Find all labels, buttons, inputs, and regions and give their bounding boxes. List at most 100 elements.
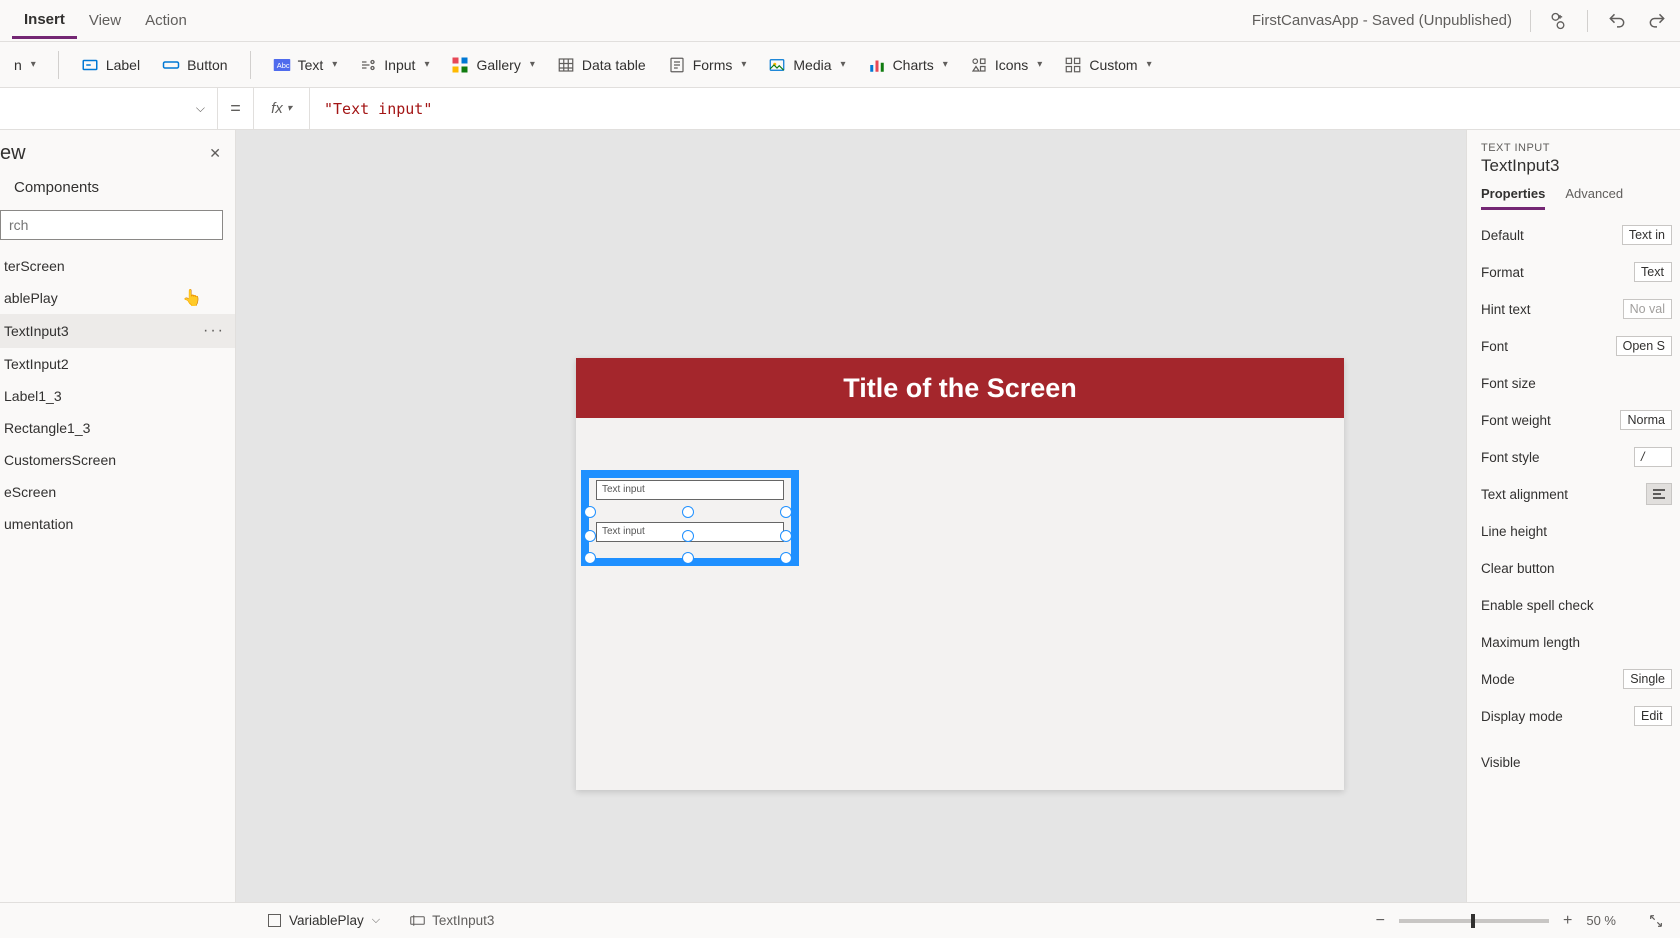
zoom-in-button[interactable]: + — [1563, 912, 1572, 930]
control-category: TEXT INPUT — [1481, 142, 1672, 154]
resize-handle[interactable] — [682, 506, 694, 518]
prop-default-value[interactable]: Text in — [1622, 225, 1672, 245]
gallery-button[interactable]: Gallery▾ — [451, 56, 534, 74]
app-screen[interactable]: Title of the Screen Text input Text inpu… — [576, 358, 1344, 790]
properties-tab[interactable]: Properties — [1481, 186, 1545, 210]
label-text: Label — [106, 57, 140, 73]
formula-bar: ⌵ = fx▾ "Text input" — [0, 88, 1680, 130]
charts-button[interactable]: Charts▾ — [868, 56, 948, 74]
charts-icon — [868, 56, 886, 74]
label-icon — [81, 56, 99, 74]
resize-handle[interactable] — [780, 552, 792, 564]
resize-handle[interactable] — [780, 530, 792, 542]
redo-icon[interactable] — [1646, 10, 1668, 32]
new-screen-button[interactable]: n▾ — [14, 57, 36, 73]
zoom-out-button[interactable]: − — [1376, 912, 1385, 930]
screen-icon — [268, 914, 281, 927]
label-button[interactable]: Label — [81, 56, 140, 74]
chevron-down-icon: ⌵ — [196, 101, 205, 116]
prop-format-value[interactable]: Text — [1634, 262, 1672, 282]
prop-fontstyle-label: Font style — [1481, 450, 1540, 465]
chevron-down-icon: ▾ — [332, 59, 337, 70]
tree-item[interactable]: Label1_3 — [0, 380, 235, 412]
prop-display-value[interactable]: Edit — [1634, 706, 1672, 726]
media-label: Media — [793, 57, 831, 73]
tree-search[interactable] — [0, 210, 223, 240]
more-icon[interactable]: ··· — [203, 322, 225, 340]
tree-item[interactable]: Rectangle1_3 — [0, 412, 235, 444]
text-button[interactable]: Abc Text ▾ — [273, 56, 338, 74]
chevron-down-icon: ▾ — [1147, 59, 1152, 70]
resize-handle[interactable] — [584, 552, 596, 564]
svg-text:Abc: Abc — [276, 61, 289, 70]
textinput-control-1[interactable]: Text input — [596, 480, 784, 500]
button-button[interactable]: Button — [162, 56, 227, 74]
text-icon: Abc — [273, 56, 291, 74]
prop-fontweight-value[interactable]: Norma — [1620, 410, 1672, 430]
prop-default-label: Default — [1481, 228, 1524, 243]
screen-title-label: Title of the Screen — [576, 358, 1344, 418]
tree-item[interactable]: terScreen — [0, 250, 235, 282]
forms-button[interactable]: Forms▾ — [668, 56, 747, 74]
chevron-down-icon: ▾ — [1037, 59, 1042, 70]
undo-icon[interactable] — [1606, 10, 1628, 32]
close-icon[interactable]: ✕ — [209, 145, 221, 162]
tree-item[interactable]: umentation — [0, 508, 235, 540]
prop-font-value[interactable]: Open S — [1616, 336, 1672, 356]
advanced-tab[interactable]: Advanced — [1565, 186, 1623, 210]
tree-view-tab-components[interactable]: Components — [0, 171, 235, 206]
tab-action[interactable]: Action — [133, 4, 199, 37]
prop-display-label: Display mode — [1481, 709, 1563, 724]
icons-button[interactable]: Icons▾ — [970, 56, 1043, 74]
tree-item-label: TextInput3 — [4, 323, 69, 339]
text-label: Text — [298, 57, 324, 73]
media-button[interactable]: Media ▾ — [768, 56, 845, 74]
tree-item-selected[interactable]: TextInput3 ··· — [0, 314, 235, 348]
fx-button[interactable]: fx▾ — [254, 88, 310, 129]
prop-align-label: Text alignment — [1481, 487, 1568, 502]
input-button[interactable]: Input▾ — [359, 56, 429, 74]
property-selector[interactable]: ⌵ — [0, 88, 218, 129]
zoom-thumb[interactable] — [1471, 914, 1475, 928]
zoom-controls: − + 50 % — [1376, 912, 1616, 930]
tree-item[interactable]: TextInput2 — [0, 348, 235, 380]
formula-input[interactable]: "Text input" — [310, 100, 1680, 118]
resize-handle[interactable] — [584, 530, 596, 542]
tree-item-label: ablePlay — [4, 290, 58, 306]
tree-item[interactable]: eScreen — [0, 476, 235, 508]
menu-bar: Insert View Action FirstCanvasApp - Save… — [0, 0, 1680, 42]
custom-button[interactable]: Custom▾ — [1064, 56, 1151, 74]
resize-handle[interactable] — [584, 506, 596, 518]
forms-icon — [668, 56, 686, 74]
search-input[interactable] — [0, 210, 223, 240]
align-left-button[interactable] — [1646, 483, 1672, 505]
data-table-button[interactable]: Data table — [557, 56, 646, 74]
resize-handle[interactable] — [780, 506, 792, 518]
prop-hint-value[interactable]: No val — [1623, 299, 1672, 319]
canvas-area[interactable]: Title of the Screen Text input Text inpu… — [236, 130, 1466, 902]
tree-item[interactable]: CustomersScreen — [0, 444, 235, 476]
prop-hint-label: Hint text — [1481, 302, 1531, 317]
app-title: FirstCanvasApp - Saved (Unpublished) — [1252, 12, 1530, 29]
chevron-down-icon: ▾ — [424, 59, 429, 70]
breadcrumb-screen[interactable]: VariablePlay ⌵ — [268, 913, 380, 928]
tree-item[interactable]: ablePlay — [0, 282, 235, 314]
resize-handle[interactable] — [682, 552, 694, 564]
breadcrumb-control[interactable]: TextInput3 — [410, 913, 494, 928]
app-checker-icon[interactable] — [1547, 10, 1569, 32]
prop-fontstyle-value[interactable]: / — [1634, 447, 1672, 467]
chevron-down-icon: ▾ — [841, 59, 846, 70]
chevron-down-icon: ⌵ — [372, 914, 380, 927]
tab-insert[interactable]: Insert — [12, 3, 77, 39]
icons-icon — [970, 56, 988, 74]
zoom-slider[interactable] — [1399, 919, 1549, 923]
prop-maxlen-label: Maximum length — [1481, 635, 1580, 650]
prop-mode-label: Mode — [1481, 672, 1515, 687]
separator — [1587, 10, 1588, 32]
prop-mode-value[interactable]: Single — [1623, 669, 1672, 689]
fit-to-window-icon[interactable] — [1648, 913, 1664, 929]
tree-items: terScreen ablePlay TextInput3 ··· TextInp… — [0, 250, 235, 540]
chevron-down-icon: ▾ — [31, 59, 36, 70]
resize-handle[interactable] — [682, 530, 694, 542]
tab-view[interactable]: View — [77, 4, 133, 37]
